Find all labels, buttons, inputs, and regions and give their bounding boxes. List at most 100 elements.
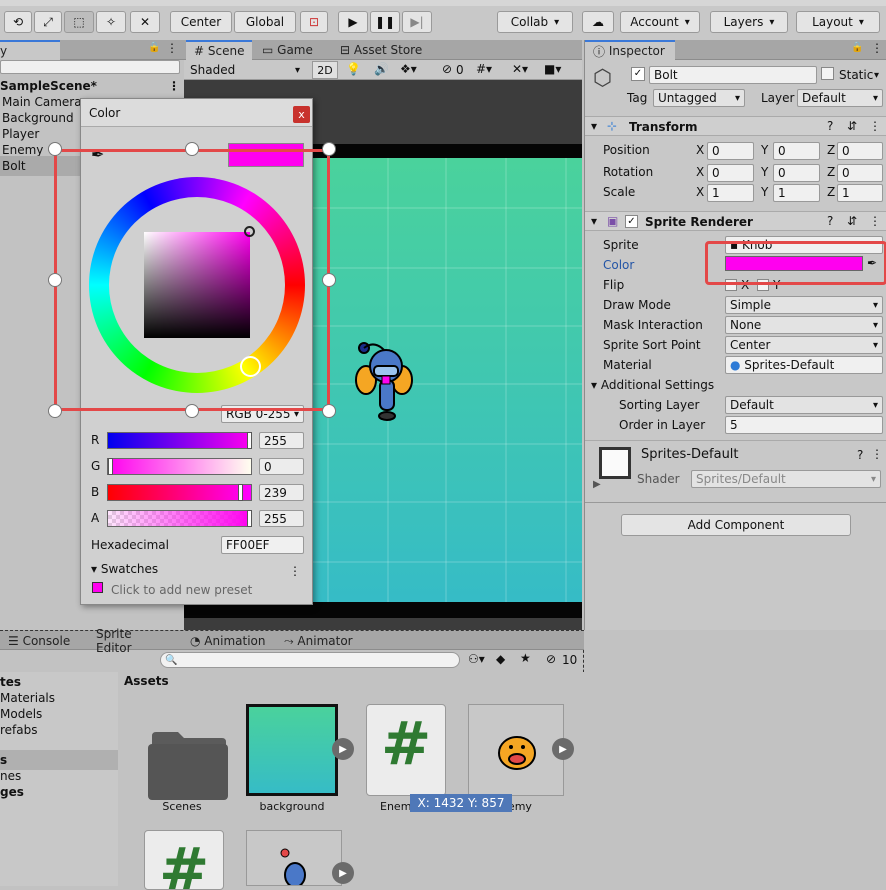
additional-settings-foldout[interactable]: ▾ Additional Settings — [591, 378, 714, 392]
rect-handle[interactable] — [48, 273, 62, 287]
component-menu-icon[interactable]: ⋮ — [869, 214, 881, 228]
scale-y-input[interactable]: 1 — [773, 184, 820, 202]
help-icon[interactable]: ? — [857, 448, 863, 462]
rotation-z-input[interactable]: 0 — [837, 164, 883, 182]
create-filter-icon[interactable]: ⚇▾ — [468, 652, 485, 666]
tab-hierarchy[interactable]: y — [0, 40, 60, 60]
player-sprite-thumbnail[interactable] — [246, 830, 342, 886]
play-button[interactable]: ▶ — [338, 11, 368, 33]
hidden-packages-icon[interactable]: ⊘ — [546, 652, 556, 666]
tab-inspector[interactable]: ⓘ Inspector — [585, 40, 675, 60]
expand-play-icon[interactable]: ▶ — [332, 738, 354, 760]
rect-handle[interactable] — [322, 404, 336, 418]
slider-a-knob[interactable] — [247, 510, 252, 527]
2d-mode-toggle[interactable]: 2D — [312, 61, 338, 79]
help-icon[interactable]: ? — [827, 119, 833, 133]
tab-animator[interactable]: ⤳ Animator — [276, 631, 366, 651]
account-dropdown[interactable]: Account — [620, 11, 700, 33]
static-dropdown[interactable]: Static — [835, 66, 883, 84]
effects-icon[interactable]: ❖▾ — [400, 62, 417, 76]
slider-g-knob[interactable] — [108, 458, 113, 475]
value-g[interactable]: 0 — [259, 458, 304, 475]
tree-item[interactable]: refabs — [0, 720, 118, 740]
more-menu-icon[interactable]: ⋮ — [166, 41, 178, 55]
lock-icon[interactable]: 🔒 — [148, 42, 160, 53]
snap-button[interactable]: ⊡ — [300, 11, 328, 33]
transform-tool-button[interactable]: ✧ — [96, 11, 126, 33]
add-component-button[interactable]: Add Component — [621, 514, 851, 536]
rect-handle[interactable] — [48, 142, 62, 156]
expand-play-icon[interactable]: ▶ — [552, 738, 574, 760]
scale-z-input[interactable]: 1 — [837, 184, 883, 202]
mask-interaction-dropdown[interactable]: None — [725, 316, 883, 334]
presets-icon[interactable]: ⇵ — [847, 214, 857, 228]
slider-g[interactable] — [107, 458, 252, 475]
value-b[interactable]: 239 — [259, 484, 304, 501]
preset-swatch[interactable] — [92, 582, 103, 593]
swatches-header[interactable]: ▾ Swatches — [91, 562, 158, 576]
script-thumbnail[interactable]: # — [366, 704, 446, 796]
step-button[interactable]: ▶| — [402, 11, 432, 33]
layers-dropdown[interactable]: Layers — [710, 11, 788, 33]
position-y-input[interactable]: 0 — [773, 142, 820, 160]
position-x-input[interactable]: 0 — [707, 142, 754, 160]
lock-icon[interactable]: 🔒 — [851, 42, 863, 53]
tab-animation[interactable]: ◔ Animation — [182, 631, 274, 651]
swatches-menu-icon[interactable]: ⋮ — [289, 564, 301, 578]
background-thumbnail[interactable] — [246, 704, 338, 796]
close-button[interactable]: x — [293, 106, 310, 123]
hex-input[interactable]: FF00EF — [221, 536, 304, 554]
shading-mode-dropdown[interactable]: Shaded — [186, 61, 304, 79]
layer-dropdown[interactable]: Default — [797, 89, 883, 107]
expand-play-icon[interactable]: ▶ — [332, 862, 354, 884]
tag-dropdown[interactable]: Untagged — [653, 89, 745, 107]
hierarchy-search-input[interactable] — [0, 60, 180, 74]
enemy-sprite-thumbnail[interactable] — [468, 704, 564, 796]
tab-game[interactable]: ▭ Game — [254, 40, 324, 60]
pause-button[interactable]: ❚❚ — [370, 11, 400, 33]
pivot-toggle[interactable]: Center — [170, 11, 232, 33]
rotation-x-input[interactable]: 0 — [707, 164, 754, 182]
cloud-button[interactable]: ☁ — [582, 11, 614, 33]
project-search-input[interactable]: 🔍 — [160, 652, 460, 668]
presets-icon[interactable]: ⇵ — [847, 119, 857, 133]
space-toggle[interactable]: Global — [234, 11, 296, 33]
tab-sprite-editor[interactable]: Sprite Editor — [88, 627, 178, 655]
draw-mode-dropdown[interactable]: Simple — [725, 296, 883, 314]
tab-console[interactable]: ☰ Console — [0, 631, 84, 651]
folder-icon[interactable] — [142, 716, 236, 810]
rect-handle[interactable] — [185, 404, 199, 418]
grid-icon[interactable]: #▾ — [476, 62, 492, 76]
transform-header[interactable]: ▾ ⊹ Transform ? ⇵ ⋮ — [585, 116, 886, 136]
tree-item[interactable]: ges — [0, 782, 118, 802]
rotate-tool-button[interactable]: ⟲ — [4, 11, 32, 33]
rect-handle[interactable] — [322, 142, 336, 156]
position-z-input[interactable]: 0 — [837, 142, 883, 160]
component-menu-icon[interactable]: ⋮ — [869, 119, 881, 133]
tab-scene[interactable]: # Scene — [186, 40, 252, 60]
value-r[interactable]: 255 — [259, 432, 304, 449]
player-sprite[interactable] — [354, 336, 418, 422]
sort-point-dropdown[interactable]: Center — [725, 336, 883, 354]
camera-icon[interactable]: ■▾ — [544, 62, 561, 76]
visibility-icon[interactable]: ⊘ — [442, 62, 452, 76]
order-in-layer-input[interactable]: 5 — [725, 416, 883, 434]
gizmo-tools-icon[interactable]: ✕▾ — [512, 62, 528, 76]
favorites-icon[interactable]: ★ — [520, 651, 531, 665]
help-icon[interactable]: ? — [827, 214, 833, 228]
script-thumbnail[interactable]: # — [144, 830, 224, 890]
slider-r[interactable] — [107, 432, 252, 449]
sprite-renderer-header[interactable]: ▾ ▣ ✓ Sprite Renderer ? ⇵ ⋮ — [585, 211, 886, 231]
slider-b[interactable] — [107, 484, 252, 501]
rect-handle[interactable] — [185, 142, 199, 156]
scene-menu-icon[interactable]: ⋮ — [168, 79, 180, 93]
lighting-icon[interactable]: 💡 — [346, 62, 361, 76]
component-menu-icon[interactable]: ⋮ — [871, 447, 883, 461]
scale-tool-button[interactable]: ⤢ — [34, 11, 62, 33]
tab-asset-store[interactable]: ⊟ Asset Store — [332, 40, 432, 60]
slider-r-knob[interactable] — [247, 432, 252, 449]
static-checkbox[interactable] — [821, 67, 834, 80]
layout-dropdown[interactable]: Layout — [796, 11, 880, 33]
value-a[interactable]: 255 — [259, 510, 304, 527]
object-name-input[interactable]: Bolt — [649, 66, 817, 84]
